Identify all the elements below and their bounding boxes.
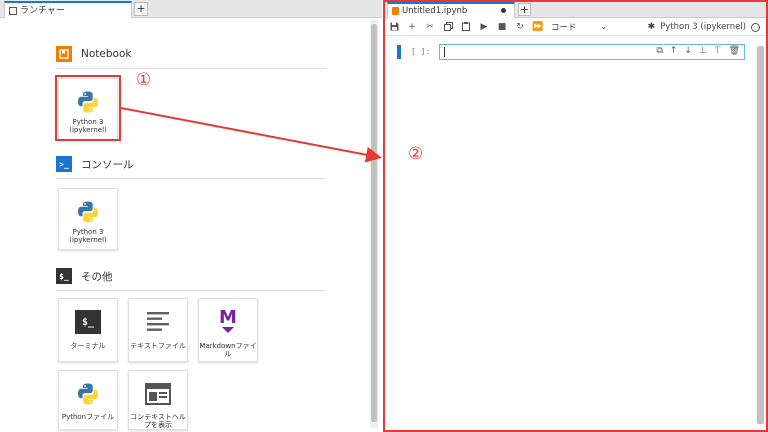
restart-icon[interactable]: ↻ bbox=[511, 19, 529, 35]
insert-above-icon[interactable]: ⊥ bbox=[699, 46, 707, 56]
new-tab-button[interactable]: + bbox=[518, 3, 531, 16]
save-icon[interactable] bbox=[385, 19, 403, 35]
cell-prompt: [ ]: bbox=[411, 47, 431, 56]
move-up-icon[interactable]: ↑ bbox=[670, 46, 678, 56]
move-down-icon[interactable]: ↓ bbox=[684, 46, 692, 56]
notebook-file-icon bbox=[392, 7, 399, 15]
run-icon[interactable]: ▶ bbox=[475, 19, 493, 35]
jupyterlab-screen: ランチャー + Notebook Python 3 (ipykernel) >_ bbox=[0, 0, 768, 432]
cut-icon[interactable]: ✂ bbox=[421, 19, 439, 35]
stop-icon[interactable]: ■ bbox=[493, 19, 511, 35]
code-cell-editor[interactable]: ⧉ ↑ ↓ ⊥ ⊤ 🗑 bbox=[439, 44, 745, 60]
notebook-toolbar: + ✂ ▶ ■ ↻ ⏩ コード ⌄ ✱ Python 3 (ipykernel) bbox=[385, 18, 766, 36]
gear-icon: ✱ bbox=[647, 22, 656, 32]
cell-toolbar: ⧉ ↑ ↓ ⊥ ⊤ 🗑 bbox=[656, 46, 740, 56]
insert-below-icon[interactable]: ⊤ bbox=[714, 46, 722, 56]
notebook-tab[interactable]: Untitled1.ipynb bbox=[387, 2, 515, 18]
text-cursor bbox=[444, 47, 445, 57]
cell-type-value: コード bbox=[551, 22, 577, 33]
active-cell-indicator bbox=[397, 45, 401, 59]
kernel-idle-icon bbox=[751, 22, 760, 32]
duplicate-cell-icon[interactable]: ⧉ bbox=[656, 46, 662, 56]
unsaved-indicator-icon[interactable] bbox=[501, 8, 506, 13]
copy-icon[interactable] bbox=[439, 19, 457, 35]
kernel-status[interactable]: ✱ Python 3 (ipykernel) bbox=[648, 18, 760, 36]
run-all-icon[interactable]: ⏩ bbox=[529, 19, 547, 35]
kernel-name: Python 3 (ipykernel) bbox=[660, 22, 746, 32]
paste-icon[interactable] bbox=[457, 19, 475, 35]
cell-type-dropdown[interactable]: コード ⌄ bbox=[551, 21, 609, 33]
annotation-marker-2: ② bbox=[408, 144, 424, 164]
notebook-tab-label: Untitled1.ipynb bbox=[402, 6, 468, 16]
chevron-down-icon: ⌄ bbox=[600, 22, 607, 31]
notebook-tab-bar: Untitled1.ipynb + bbox=[385, 2, 766, 18]
delete-cell-icon[interactable]: 🗑 bbox=[729, 46, 740, 56]
notebook-scrollbar[interactable] bbox=[757, 46, 764, 424]
notebook-pane: Untitled1.ipynb + + ✂ ▶ ■ ↻ ⏩ コード ⌄ ✱ Py… bbox=[383, 0, 768, 432]
add-cell-icon[interactable]: + bbox=[403, 19, 421, 35]
